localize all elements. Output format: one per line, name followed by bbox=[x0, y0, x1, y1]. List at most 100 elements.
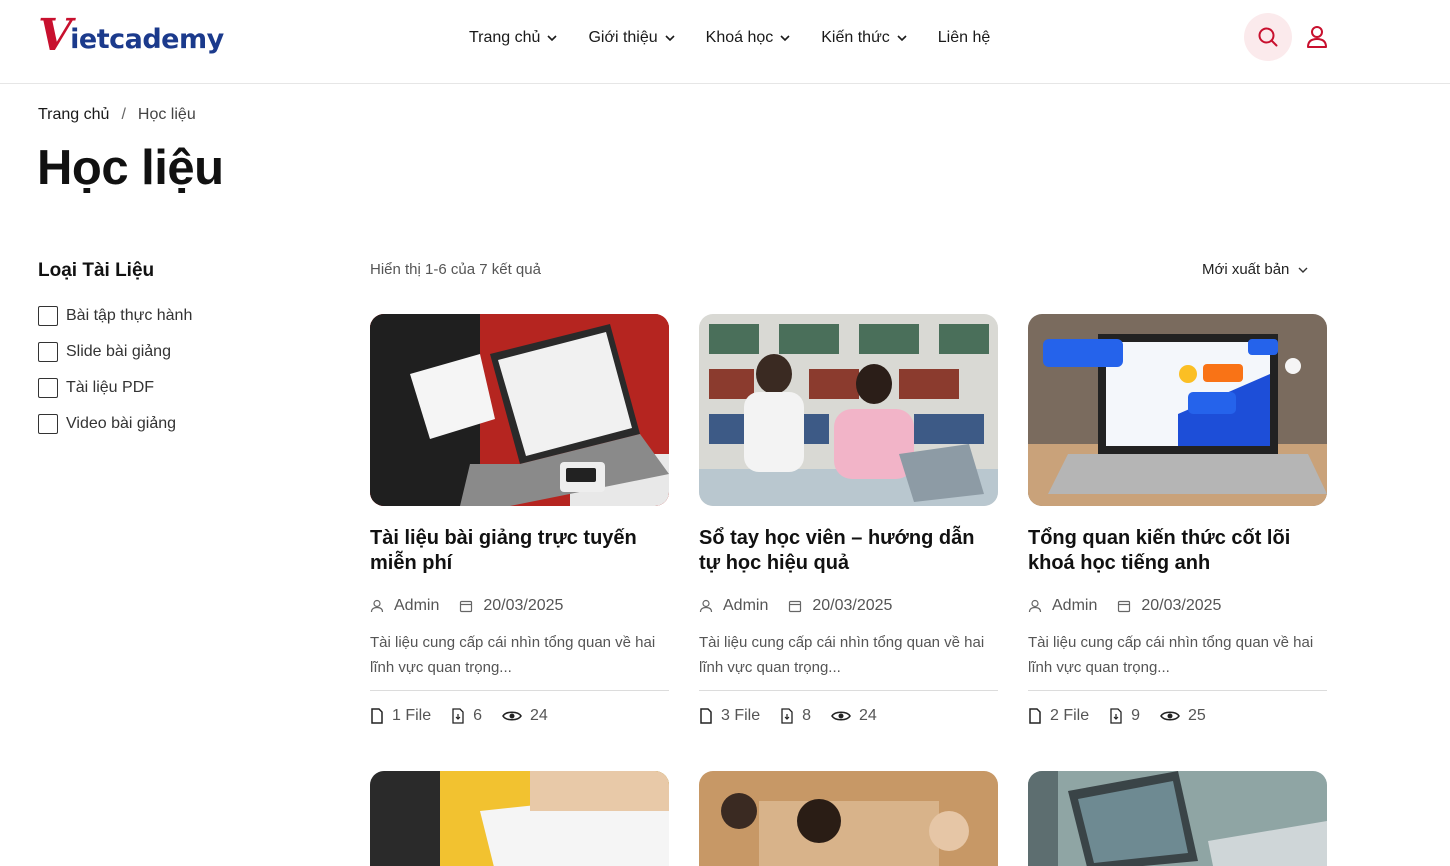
view-count: 25 bbox=[1160, 707, 1206, 725]
card-image[interactable] bbox=[1028, 771, 1327, 866]
view-count-text: 25 bbox=[1188, 707, 1206, 724]
filter-checkbox[interactable] bbox=[38, 378, 58, 398]
download-count-text: 6 bbox=[473, 707, 483, 724]
card-title[interactable]: Sổ tay học viên – hướng dẫn tự học hiệu … bbox=[699, 526, 998, 576]
file-count-text: 3 File bbox=[721, 707, 761, 724]
view-count-text: 24 bbox=[530, 707, 548, 724]
breadcrumb-current: Học liệu bbox=[137, 106, 196, 123]
card-image[interactable] bbox=[370, 314, 669, 506]
document-card[interactable]: Tài liệu bài giảng trực tuyến miễn phí A… bbox=[370, 314, 669, 726]
nav-label: Kiến thức bbox=[821, 29, 890, 46]
file-download-icon bbox=[452, 708, 464, 724]
card-title[interactable]: Tài liệu bài giảng trực tuyến miễn phí bbox=[370, 526, 669, 576]
card-image[interactable] bbox=[1028, 314, 1327, 506]
breadcrumb-home[interactable]: Trang chủ bbox=[38, 106, 109, 124]
filter-checkbox[interactable] bbox=[38, 342, 58, 362]
download-count-text: 9 bbox=[1131, 707, 1141, 724]
card-description: Tài liệu cung cấp cái nhìn tổng quan về … bbox=[699, 634, 985, 676]
date-text: 20/03/2025 bbox=[812, 597, 893, 614]
card-author: Admin bbox=[699, 597, 768, 615]
chevron-down-icon bbox=[665, 35, 675, 42]
chevron-down-icon bbox=[897, 35, 907, 42]
card-divider bbox=[699, 690, 998, 691]
document-card[interactable]: Sổ tay học viên – hướng dẫn tự học hiệu … bbox=[699, 314, 998, 726]
card-divider bbox=[1028, 690, 1327, 691]
nav-item-gioi-thieu[interactable]: Giới thiệu bbox=[588, 29, 675, 47]
card-date: 20/03/2025 bbox=[788, 597, 892, 615]
user-icon bbox=[699, 599, 713, 613]
filter-checkbox[interactable] bbox=[38, 306, 58, 326]
card-stats: 3 File 8 24 bbox=[699, 706, 998, 726]
file-icon bbox=[371, 708, 383, 724]
result-count: Hiển thị 1-6 của 7 kết quả bbox=[370, 261, 541, 278]
file-download-icon bbox=[781, 708, 793, 724]
card-title[interactable]: Tổng quan kiến thức cốt lõi khoá học tiế… bbox=[1028, 526, 1327, 576]
download-count-text: 8 bbox=[802, 707, 812, 724]
search-button[interactable] bbox=[1244, 13, 1292, 61]
site-header: V ietcademy Trang chủ Giới thiệu Khoá họ… bbox=[0, 0, 1450, 84]
main-nav: Trang chủ Giới thiệu Khoá học Kiến thức … bbox=[469, 26, 990, 50]
file-count: 1 File bbox=[370, 707, 431, 725]
calendar-icon bbox=[789, 600, 802, 613]
eye-icon bbox=[831, 711, 851, 721]
eye-icon bbox=[502, 711, 522, 721]
author-name: Admin bbox=[723, 597, 769, 614]
nav-label: Khoá học bbox=[705, 29, 774, 46]
date-text: 20/03/2025 bbox=[483, 597, 564, 614]
user-icon bbox=[370, 599, 384, 613]
author-name: Admin bbox=[394, 597, 440, 614]
card-date: 20/03/2025 bbox=[459, 597, 563, 615]
filter-option-bai-tap[interactable]: Bài tập thực hành bbox=[38, 305, 192, 327]
filter-label: Bài tập thực hành bbox=[66, 307, 193, 324]
card-author: Admin bbox=[370, 597, 439, 615]
nav-item-khoa-hoc[interactable]: Khoá học bbox=[706, 29, 792, 47]
author-name: Admin bbox=[1052, 597, 1098, 614]
chevron-down-icon bbox=[780, 35, 790, 42]
filter-list: Bài tập thực hành Slide bài giảng Tài li… bbox=[38, 305, 192, 449]
user-icon bbox=[1307, 26, 1327, 48]
page-title: Học liệu bbox=[37, 141, 224, 195]
card-date: 20/03/2025 bbox=[1117, 597, 1221, 615]
filter-option-video[interactable]: Video bài giảng bbox=[38, 413, 192, 435]
card-description: Tài liệu cung cấp cái nhìn tổng quan về … bbox=[370, 634, 656, 676]
card-divider bbox=[370, 690, 669, 691]
date-text: 20/03/2025 bbox=[1141, 597, 1222, 614]
account-button[interactable] bbox=[1304, 24, 1330, 50]
download-count: 6 bbox=[451, 707, 482, 725]
filter-label: Tài liệu PDF bbox=[66, 379, 155, 396]
filter-label: Video bài giảng bbox=[66, 415, 177, 432]
card-author: Admin bbox=[1028, 597, 1097, 615]
calendar-icon bbox=[460, 600, 473, 613]
nav-item-trang-chu[interactable]: Trang chủ bbox=[469, 29, 558, 47]
filter-label: Slide bài giảng bbox=[66, 343, 171, 360]
card-image[interactable] bbox=[370, 771, 669, 866]
download-count: 9 bbox=[1109, 707, 1140, 725]
nav-item-lien-he[interactable]: Liên hệ bbox=[938, 29, 991, 47]
card-stats: 1 File 6 24 bbox=[370, 706, 669, 726]
breadcrumb-separator: / bbox=[121, 106, 126, 123]
card-image[interactable] bbox=[699, 314, 998, 506]
sort-dropdown[interactable]: Mới xuất bản bbox=[1202, 261, 1309, 278]
card-description: Tài liệu cung cấp cái nhìn tổng quan về … bbox=[1028, 634, 1314, 676]
card-meta: Admin 20/03/2025 bbox=[699, 596, 998, 616]
filter-option-slide[interactable]: Slide bài giảng bbox=[38, 341, 192, 363]
logo-text: ietcademy bbox=[70, 23, 224, 55]
nav-label: Giới thiệu bbox=[588, 29, 658, 46]
nav-label: Trang chủ bbox=[469, 29, 541, 46]
file-count-text: 1 File bbox=[392, 707, 432, 724]
file-download-icon bbox=[1110, 708, 1122, 724]
eye-icon bbox=[1160, 711, 1180, 721]
calendar-icon bbox=[1118, 600, 1131, 613]
filter-checkbox[interactable] bbox=[38, 414, 58, 434]
nav-item-kien-thuc[interactable]: Kiến thức bbox=[821, 29, 908, 47]
user-icon bbox=[1028, 599, 1042, 613]
view-count: 24 bbox=[831, 707, 877, 725]
view-count-text: 24 bbox=[859, 707, 877, 724]
filter-title: Loại Tài Liệu bbox=[38, 260, 155, 281]
document-card[interactable]: Tổng quan kiến thức cốt lõi khoá học tiế… bbox=[1028, 314, 1327, 726]
card-image[interactable] bbox=[699, 771, 998, 866]
filter-option-pdf[interactable]: Tài liệu PDF bbox=[38, 377, 192, 399]
nav-label: Liên hệ bbox=[937, 29, 991, 46]
logo-v: V bbox=[38, 10, 73, 61]
vietcademy-logo[interactable]: V ietcademy bbox=[38, 14, 224, 58]
